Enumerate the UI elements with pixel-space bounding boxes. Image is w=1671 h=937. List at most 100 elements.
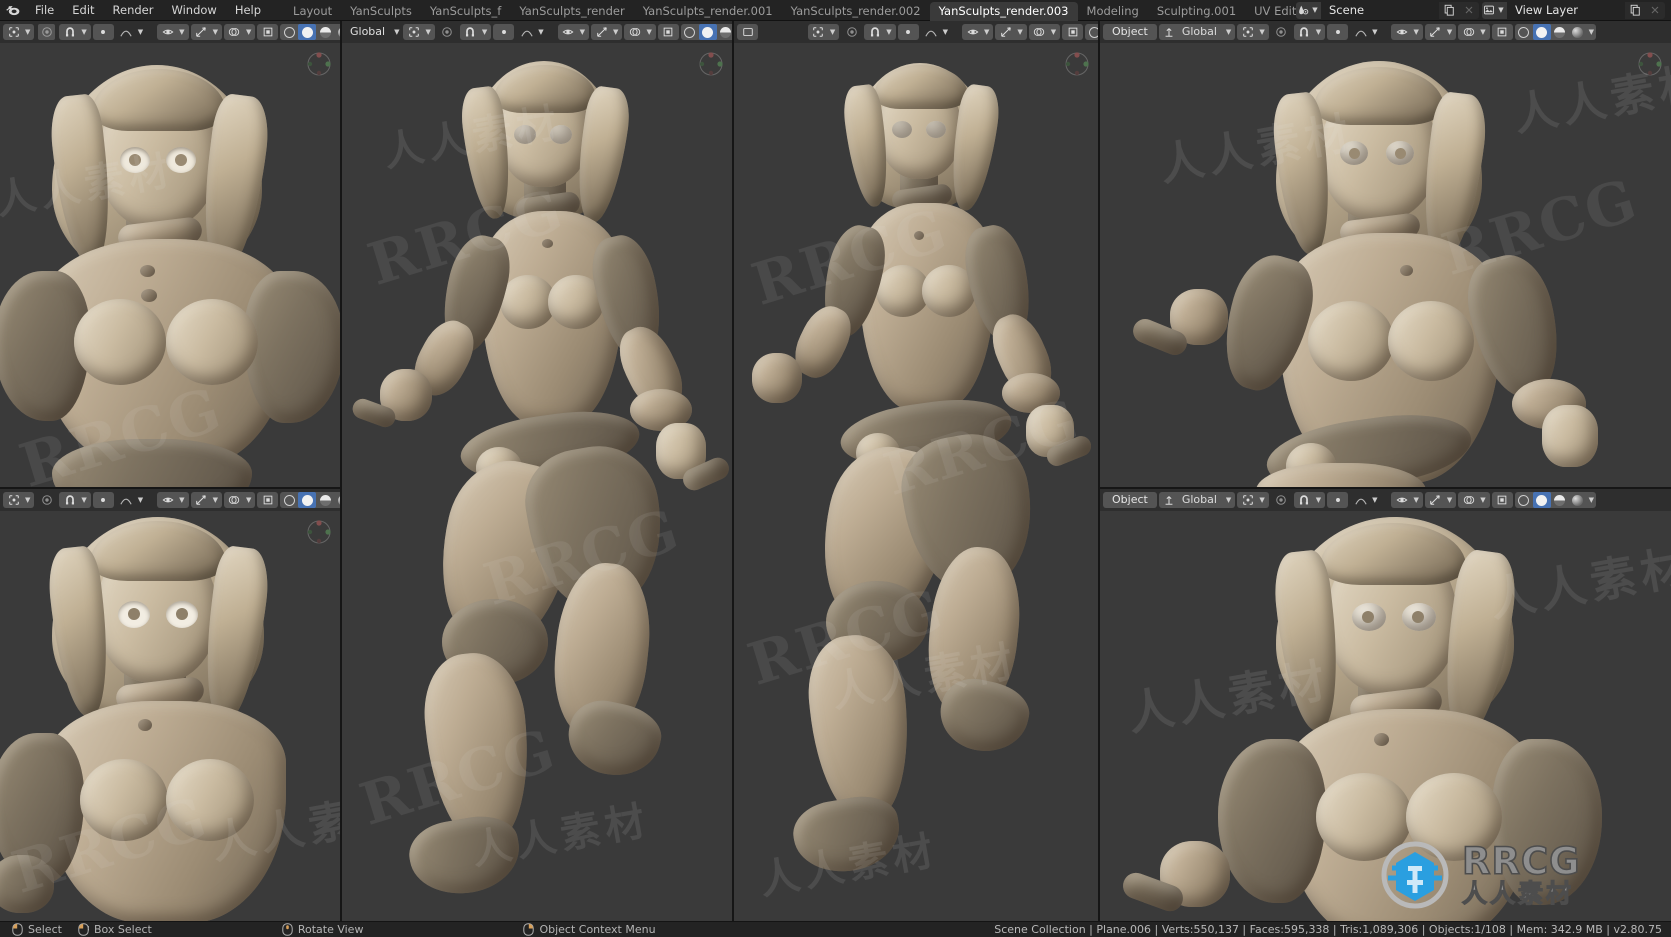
menu-file[interactable]: File <box>26 0 63 21</box>
snap-target-icon[interactable] <box>95 492 112 508</box>
gizmo-toggle-5[interactable]: ▼ <box>191 492 222 508</box>
proportional-edit-2[interactable] <box>437 24 458 40</box>
eye-icon[interactable] <box>1393 24 1410 40</box>
snap-group-2[interactable]: ▼ <box>460 24 491 40</box>
xray-toggle-1[interactable] <box>257 24 278 40</box>
overlays-icon[interactable] <box>1460 492 1477 508</box>
scene-name-field[interactable]: Scene <box>1321 2 1439 19</box>
falloff-curve-icon[interactable] <box>118 492 135 508</box>
snap-target-icon[interactable] <box>495 24 512 40</box>
falloff-curve-icon[interactable] <box>1352 492 1369 508</box>
transform-orientation-value-4[interactable]: Global <box>1179 24 1223 40</box>
chevron-down-icon[interactable]: ▼ <box>1445 28 1454 36</box>
chevron-down-icon[interactable]: ▼ <box>1314 496 1323 504</box>
chevron-down-icon[interactable]: ▼ <box>136 28 145 36</box>
snap-target-5[interactable] <box>93 492 114 508</box>
shading-rendered-icon[interactable] <box>1569 24 1587 40</box>
viewport-face-closeup[interactable]: RRCG 人人素材 ▼ <box>0 489 340 921</box>
chevron-down-icon[interactable]: ▼ <box>79 28 88 36</box>
chevron-down-icon[interactable]: ▼ <box>177 28 186 36</box>
xray-toggle-4[interactable] <box>1492 24 1513 40</box>
falloff-3[interactable]: ▼ <box>921 24 952 40</box>
editor-type-icon[interactable] <box>739 24 756 40</box>
chevron-down-icon[interactable]: ▼ <box>1314 28 1323 36</box>
xray-icon[interactable] <box>259 492 276 508</box>
visibility-selector-1[interactable]: ▼ <box>157 24 188 40</box>
xray-toggle-6[interactable] <box>1492 492 1513 508</box>
pivot-point-icon[interactable] <box>810 24 827 40</box>
chevron-down-icon[interactable]: ▼ <box>578 28 587 36</box>
chevron-down-icon[interactable]: ▼ <box>941 28 950 36</box>
chevron-down-icon[interactable]: ▼ <box>1445 496 1454 504</box>
overlays-icon[interactable] <box>1460 24 1477 40</box>
snap-group-5[interactable]: ▼ <box>59 492 90 508</box>
shading-mode-group-4[interactable]: ▼ <box>1515 24 1596 40</box>
chevron-down-icon[interactable]: ▼ <box>1587 496 1596 504</box>
navigation-gizmo[interactable] <box>306 51 332 77</box>
shading-wireframe-icon[interactable] <box>1515 492 1533 508</box>
gizmo-icon[interactable] <box>593 24 610 40</box>
viewport-full-body-a-canvas[interactable]: RRCG RRCG RRCG 人人素材 人人素材 <box>342 43 732 921</box>
snap-group-6[interactable]: ▼ <box>1294 492 1325 508</box>
menu-edit[interactable]: Edit <box>63 0 103 21</box>
viewport-header-4[interactable]: Object Global ▼ ▼ <box>1100 21 1671 43</box>
magnet-icon[interactable] <box>61 492 78 508</box>
overlays-toggle-4[interactable]: ▼ <box>1458 24 1489 40</box>
workspace-tab-yansculpts-render-001[interactable]: YanSculpts_render.001 <box>634 2 782 21</box>
shading-solid-icon[interactable] <box>1533 24 1551 40</box>
gizmo-toggle-2[interactable]: ▼ <box>591 24 622 40</box>
shading-mode-group-2[interactable]: ▼ <box>681 24 732 40</box>
view-layer-selector[interactable]: ▼ View Layer <box>1482 2 1665 19</box>
editor-type-icon[interactable] <box>5 492 22 508</box>
chevron-down-icon[interactable]: ▼ <box>1224 28 1233 36</box>
snap-group-1[interactable]: ▼ <box>59 24 90 40</box>
chevron-down-icon[interactable]: ▼ <box>1257 28 1266 36</box>
proportional-edit-4[interactable] <box>1271 24 1292 40</box>
shading-wireframe-icon[interactable] <box>681 24 699 40</box>
workspace-tab-modeling[interactable]: Modeling <box>1078 2 1148 21</box>
viewport-header-3[interactable]: Object ▼ <box>734 21 1098 43</box>
pivot-point-icon[interactable] <box>405 24 422 40</box>
falloff-2[interactable]: ▼ <box>516 24 547 40</box>
editor-type-selector-1[interactable]: ▼ <box>3 24 34 40</box>
falloff-1[interactable]: ▼ <box>116 24 147 40</box>
chevron-down-icon[interactable]: ▼ <box>79 496 88 504</box>
snap-pivot-2[interactable]: ▼ <box>403 24 434 40</box>
proportional-edit-5[interactable] <box>36 492 57 508</box>
workspace-tab-layout[interactable]: Layout <box>284 2 341 21</box>
remove-view-layer-button[interactable] <box>1645 2 1665 19</box>
viewport-header-6[interactable]: Object Global ▼ ▼ <box>1100 489 1671 511</box>
snap-target-icon[interactable] <box>1329 24 1346 40</box>
overlays-toggle-5[interactable]: ▼ <box>224 492 255 508</box>
xray-icon[interactable] <box>1064 24 1081 40</box>
overlays-toggle-3[interactable]: ▼ <box>1029 24 1060 40</box>
transform-orientation-4[interactable]: Global ▼ <box>1159 24 1235 40</box>
xray-icon[interactable] <box>1494 24 1511 40</box>
overlays-icon[interactable] <box>1031 24 1048 40</box>
chevron-down-icon[interactable]: ▼ <box>982 28 991 36</box>
xray-toggle-3[interactable] <box>1062 24 1083 40</box>
gizmo-icon[interactable] <box>1427 492 1444 508</box>
gizmo-toggle-1[interactable]: ▼ <box>191 24 222 40</box>
proportional-edit-3[interactable] <box>841 24 862 40</box>
xray-icon[interactable] <box>660 24 677 40</box>
shading-solid-icon[interactable] <box>699 24 717 40</box>
snap-target-4[interactable] <box>1327 24 1348 40</box>
chevron-down-icon[interactable]: ▼ <box>828 28 837 36</box>
pivot-selector-4[interactable]: ▼ <box>1237 24 1268 40</box>
chevron-down-icon[interactable]: ▼ <box>480 28 489 36</box>
shading-material-icon[interactable] <box>316 492 334 508</box>
transform-orientation-6[interactable]: Global ▼ <box>1159 492 1235 508</box>
eye-icon[interactable] <box>159 492 176 508</box>
pivot-selector-3[interactable]: ▼ <box>808 24 839 40</box>
workspace-tab-sculpting-001[interactable]: Sculpting.001 <box>1148 2 1245 21</box>
new-view-layer-button[interactable] <box>1625 2 1645 19</box>
shading-material-icon[interactable] <box>1551 24 1569 40</box>
eye-icon[interactable] <box>560 24 577 40</box>
workspace-tab-yansculpts-f[interactable]: YanSculpts_f <box>421 2 510 21</box>
visibility-selector-3[interactable]: ▼ <box>962 24 993 40</box>
snap-target-3[interactable] <box>898 24 919 40</box>
workspace-tab-yansculpts-render-003[interactable]: YanSculpts_render.003 <box>930 2 1078 21</box>
proportional-edit-icon[interactable] <box>843 24 860 40</box>
shading-mode-group-5[interactable]: ▼ <box>280 492 340 508</box>
